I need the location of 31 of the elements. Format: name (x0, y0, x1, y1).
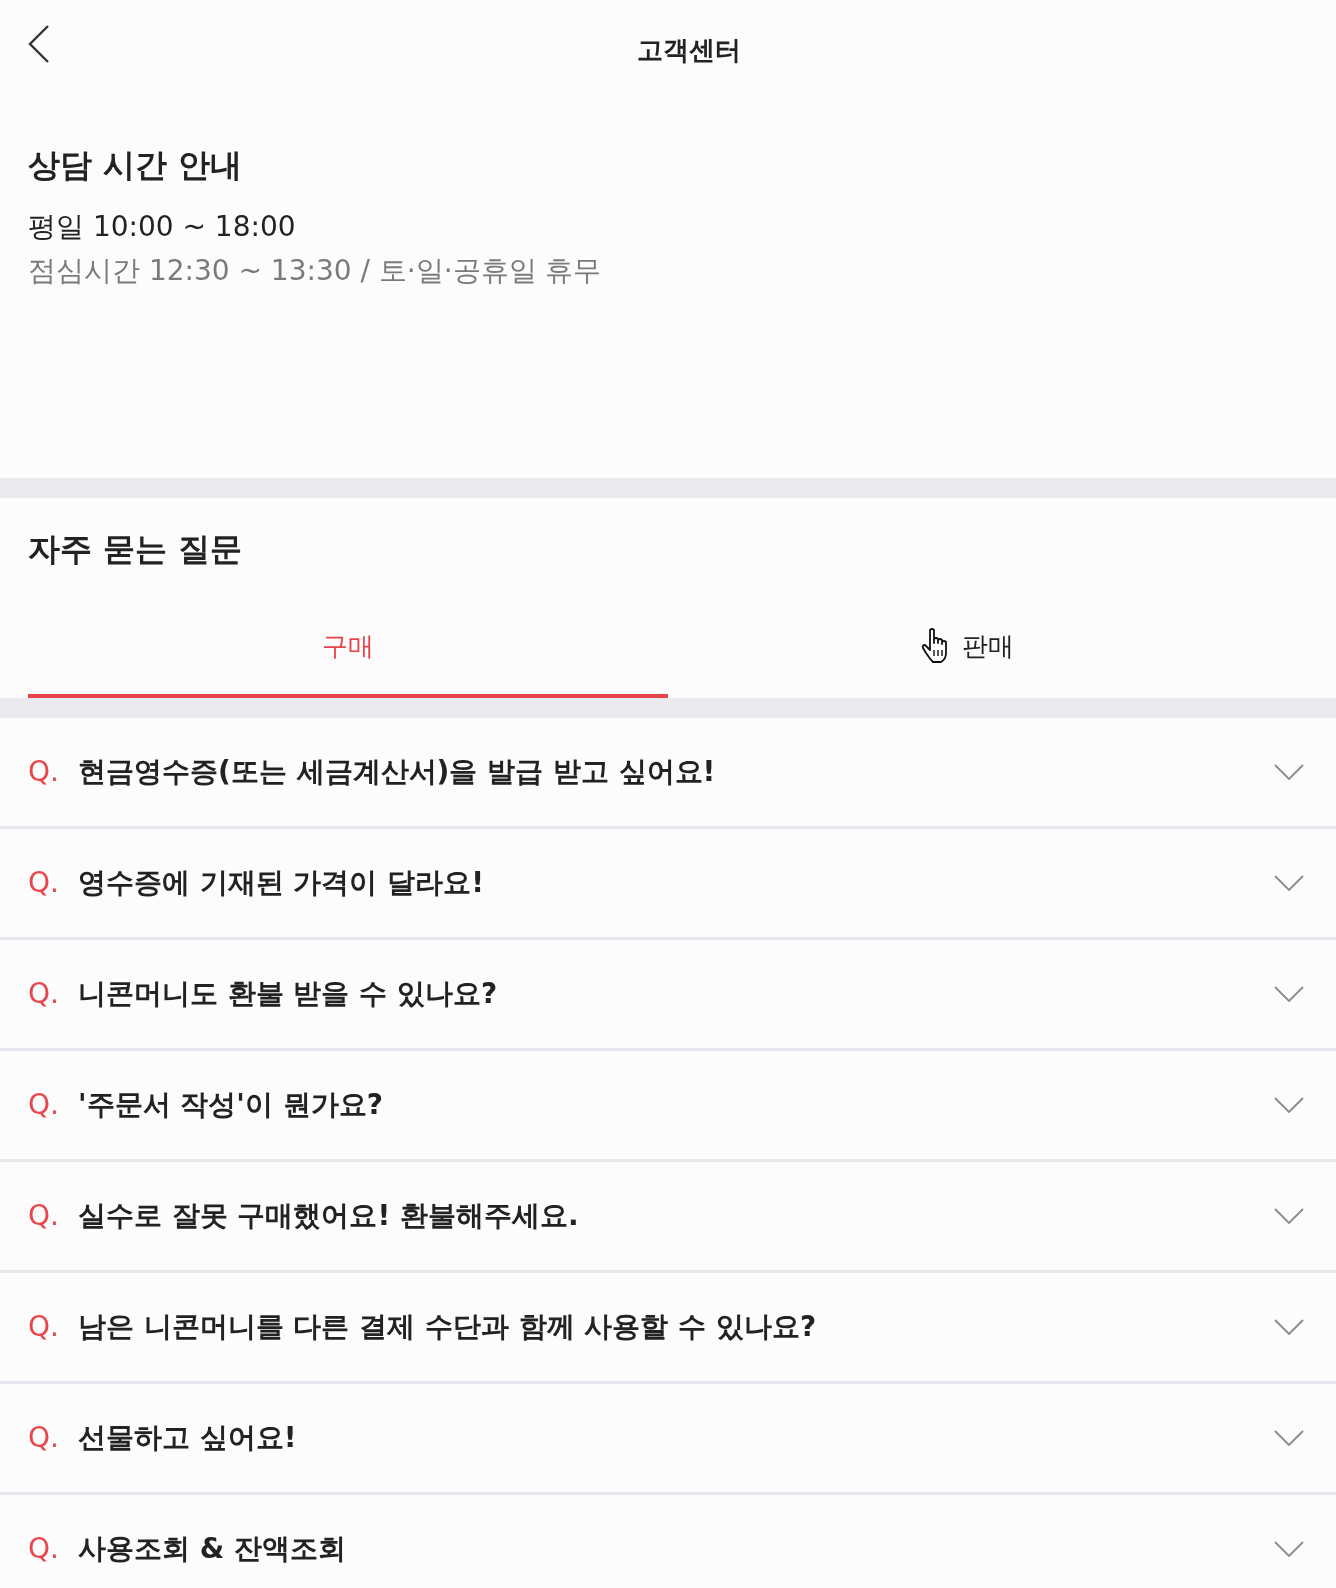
question-marker: Q. (28, 1420, 60, 1456)
faq-question[interactable]: 사용조회 & 잔액조회 (78, 1531, 1274, 1567)
chevron-down-icon[interactable] (1274, 1541, 1304, 1557)
faq-question[interactable]: 남은 니콘머니를 다른 결제 수단과 함께 사용할 수 있나요? (78, 1309, 1274, 1345)
faq-question[interactable]: 영수증에 기재된 가격이 달라요! (78, 865, 1274, 901)
chevron-down-icon[interactable] (1274, 875, 1304, 891)
question-marker: Q. (28, 1087, 60, 1123)
faq-question[interactable]: 현금영수증(또는 세금계산서)을 발급 받고 싶어요! (78, 754, 1274, 790)
question-marker: Q. (28, 1198, 60, 1234)
chevron-down-icon[interactable] (1274, 1319, 1304, 1335)
chevron-down-icon[interactable] (1274, 1208, 1304, 1224)
page-title: 고객센터 (636, 34, 742, 67)
tab[interactable]: 판매 (668, 599, 1308, 698)
question-marker: Q. (28, 754, 60, 790)
chevron-down-icon[interactable] (1274, 986, 1304, 1002)
weekday-hours: 평일 10:00 ~ 18:00 (28, 209, 297, 245)
back-icon[interactable] (28, 25, 50, 63)
faq-question[interactable]: 실수로 잘못 구매했어요! 환불해주세요. (78, 1198, 1274, 1234)
question-marker: Q. (28, 865, 60, 901)
question-marker: Q. (28, 1531, 60, 1567)
chevron-down-icon[interactable] (1274, 1097, 1304, 1113)
faq-question[interactable]: '주문서 작성'이 뭔가요? (78, 1087, 1274, 1123)
faq-question[interactable]: 선물하고 싶어요! (78, 1420, 1274, 1456)
hours-note: 점심시간 12:30 ~ 13:30 / 토·일·공휴일 휴무 (28, 253, 603, 289)
section-title: 자주 묻는 질문 (28, 529, 243, 569)
section-title: 상담 시간 안내 (28, 145, 244, 185)
chevron-down-icon[interactable] (1274, 764, 1304, 780)
question-marker: Q. (28, 976, 60, 1012)
chevron-down-icon[interactable] (1274, 1430, 1304, 1446)
question-marker: Q. (28, 1309, 60, 1345)
faq-question[interactable]: 니콘머니도 환불 받을 수 있나요? (78, 976, 1274, 1012)
